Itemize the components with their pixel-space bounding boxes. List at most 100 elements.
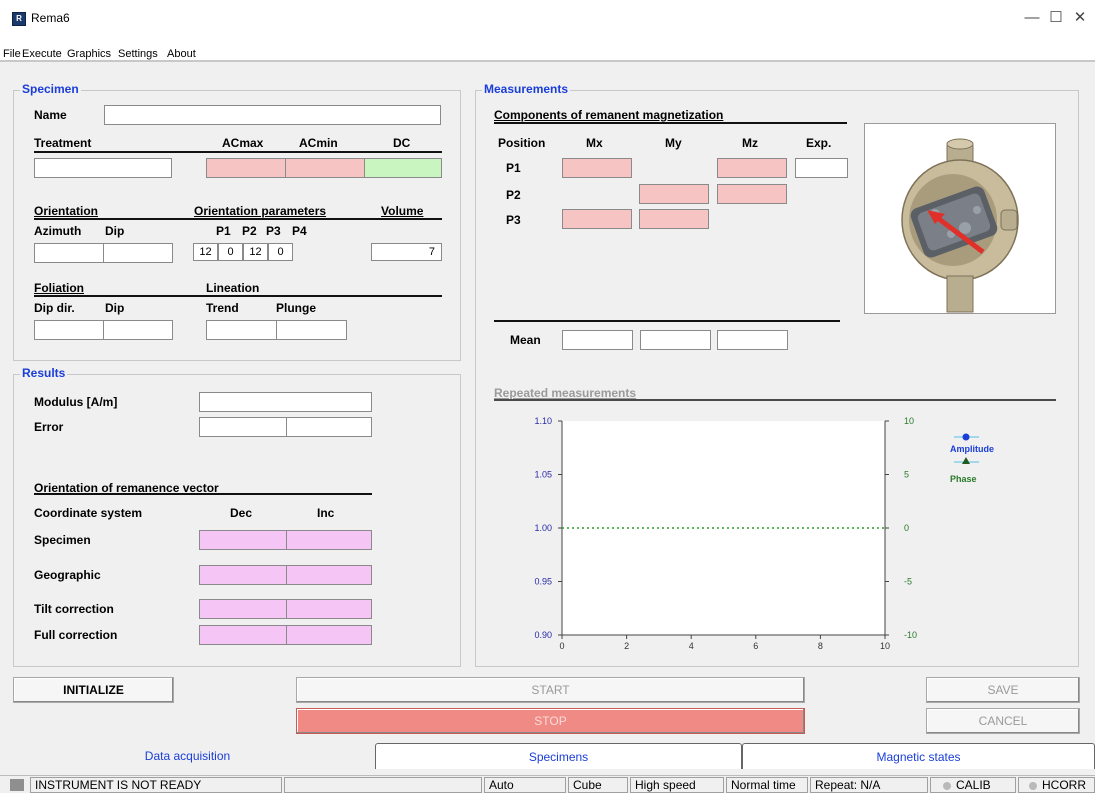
p1-exp-field[interactable] (795, 158, 848, 178)
p2-mz-field[interactable] (717, 184, 787, 204)
dipdir-label: Dip dir. (34, 301, 75, 315)
dip-field[interactable] (103, 243, 173, 263)
name-field[interactable] (104, 105, 441, 125)
foliation-divider (34, 295, 442, 297)
menu-file[interactable]: File (3, 48, 21, 60)
menu-graphics[interactable]: Graphics (67, 48, 111, 60)
acmax-label: ACmax (222, 136, 264, 150)
status-hcorr: HCORR (1018, 777, 1095, 793)
exp-label: Exp. (806, 136, 832, 150)
specimen-group-title: Specimen (20, 82, 81, 96)
p2-label: P2 (242, 224, 257, 238)
repeated-measurements-label: Repeated measurements (494, 386, 637, 400)
stop-button[interactable]: STOP (296, 708, 805, 734)
mean-mx-field[interactable] (562, 330, 633, 350)
window-title: Rema6 (31, 11, 70, 25)
initialize-button[interactable]: INITIALIZE (13, 677, 174, 703)
foliation-dip-field[interactable] (103, 320, 173, 340)
acmax-field[interactable] (206, 158, 286, 178)
p1-mx-field[interactable] (562, 158, 632, 178)
tab-magnetic-states[interactable]: Magnetic states (742, 743, 1095, 769)
app-icon: R (12, 12, 26, 26)
specimen-inc-field[interactable] (286, 530, 372, 550)
acmin-field[interactable] (285, 158, 365, 178)
tilt-inc-field[interactable] (286, 599, 372, 619)
menu-execute[interactable]: Execute (22, 48, 62, 60)
mx-label: Mx (586, 136, 603, 150)
plunge-label: Plunge (276, 301, 317, 315)
modulus-label: Modulus [A/m] (34, 395, 118, 409)
chart-legend: Amplitude Phase (950, 433, 994, 484)
tab-specimens[interactable]: Specimens (375, 743, 742, 769)
status-empty-cell (284, 777, 482, 793)
status-shape: Cube (568, 777, 628, 793)
mean-my-field[interactable] (640, 330, 711, 350)
x-tick-label: 10 (880, 641, 890, 651)
full-inc-field[interactable] (286, 625, 372, 645)
x-tick-label: 4 (689, 641, 694, 651)
error-field-1[interactable] (199, 417, 287, 437)
full-dec-field[interactable] (199, 625, 287, 645)
status-speed: High speed (630, 777, 724, 793)
row-geographic-label: Geographic (34, 568, 101, 582)
dc-field[interactable] (364, 158, 442, 178)
dipdir-field[interactable] (34, 320, 104, 340)
mz-label: Mz (742, 136, 758, 150)
dip-label: Dip (105, 224, 125, 238)
p1-mz-field[interactable] (717, 158, 787, 178)
p2-my-field[interactable] (639, 184, 709, 204)
components-divider (494, 122, 847, 124)
save-button[interactable]: SAVE (926, 677, 1080, 703)
menu-bar (0, 36, 1095, 62)
y-tick-label: 0.90 (534, 630, 552, 640)
p3-my-field[interactable] (639, 209, 709, 229)
trend-field[interactable] (206, 320, 277, 340)
azimuth-field[interactable] (34, 243, 104, 263)
y2-tick-label: 10 (904, 416, 914, 426)
trend-label: Trend (206, 301, 239, 315)
tilt-dec-field[interactable] (199, 599, 287, 619)
cancel-button[interactable]: CANCEL (926, 708, 1080, 734)
p1-field[interactable]: 12 (193, 243, 218, 261)
mean-mz-field[interactable] (717, 330, 788, 350)
menu-settings[interactable]: Settings (118, 48, 158, 60)
remanence-divider (34, 493, 372, 495)
p3-mx-field[interactable] (562, 209, 632, 229)
x-tick-label: 8 (818, 641, 823, 651)
x-tick-label: 6 (753, 641, 758, 651)
status-repeat: Repeat: N/A (810, 777, 928, 793)
tab-data-acquisition[interactable]: Data acquisition (0, 743, 375, 769)
specimen-dec-field[interactable] (199, 530, 287, 550)
orientation-params-label: Orientation parameters (194, 204, 327, 218)
plunge-field[interactable] (276, 320, 347, 340)
components-label: Components of remanent magnetization (494, 108, 724, 122)
my-label: My (665, 136, 682, 150)
lineation-label: Lineation (206, 281, 260, 295)
p2-field[interactable]: 0 (218, 243, 243, 261)
menu-about[interactable]: About (167, 48, 196, 60)
modulus-field[interactable] (199, 392, 372, 412)
treatment-divider (34, 151, 442, 153)
row-specimen-label: Specimen (34, 533, 91, 547)
legend-phase-label: Phase (950, 474, 977, 484)
p4-field[interactable]: 0 (268, 243, 293, 261)
y-tick-label: 1.05 (534, 470, 552, 480)
geographic-dec-field[interactable] (199, 565, 287, 585)
position-p1-label: P1 (506, 161, 521, 175)
status-indicator-icon (10, 779, 24, 791)
results-group-title: Results (20, 366, 68, 380)
orientation-label: Orientation (34, 204, 99, 218)
close-button[interactable]: ✕ (1066, 6, 1094, 30)
volume-field[interactable]: 7 (371, 243, 442, 261)
start-button[interactable]: START (296, 677, 805, 703)
error-field-2[interactable] (286, 417, 372, 437)
status-message: INSTRUMENT IS NOT READY (30, 777, 282, 793)
p3-field[interactable]: 12 (243, 243, 268, 261)
treatment-field[interactable] (34, 158, 172, 178)
treatment-label: Treatment (34, 136, 92, 150)
geographic-inc-field[interactable] (286, 565, 372, 585)
p1-label: P1 (216, 224, 231, 238)
row-full-label: Full correction (34, 628, 118, 642)
position-label: Position (498, 136, 546, 150)
legend-amplitude-label: Amplitude (950, 444, 994, 454)
